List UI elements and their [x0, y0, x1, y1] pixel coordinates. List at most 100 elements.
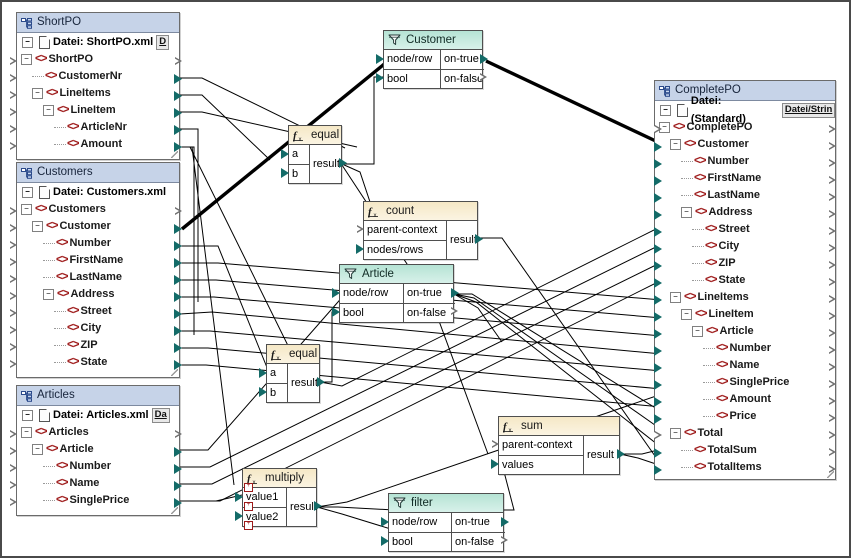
connector-point-empty[interactable] [829, 448, 836, 456]
connector-point[interactable] [174, 142, 182, 152]
connector-point[interactable] [654, 397, 662, 407]
function-output-on-true[interactable]: on-true [440, 50, 484, 69]
connector-point-empty[interactable] [10, 464, 17, 472]
expander-icon[interactable]: − [22, 410, 33, 421]
connector-point[interactable] [174, 481, 182, 491]
function-input-port-nodes/rows[interactable] [356, 244, 364, 254]
connector-point-empty[interactable] [10, 241, 17, 249]
connector-point-empty[interactable] [10, 343, 17, 351]
connector-point-empty[interactable] [10, 326, 17, 334]
expander-icon[interactable]: − [22, 187, 33, 198]
expander-icon[interactable]: − [670, 139, 681, 150]
tree-node-row[interactable]: <>ZIP [655, 255, 835, 272]
connector-point-empty[interactable] [829, 125, 836, 133]
tree-node-row[interactable]: <>TotalSum [655, 442, 835, 459]
tree-node-row[interactable]: −<>Article [17, 441, 179, 458]
file-row[interactable]: − Datei: Customers.xml [17, 183, 179, 201]
function-output-port-result[interactable] [317, 377, 325, 387]
function-output-port-result[interactable] [617, 449, 625, 459]
function-output-on-false[interactable]: on-false [451, 532, 505, 551]
connector-point-empty[interactable] [829, 159, 836, 167]
tree-node-row[interactable]: −<>Customers [17, 201, 179, 218]
component-title-bar[interactable]: ShortPO [17, 13, 179, 33]
connector-point-empty[interactable] [10, 91, 17, 99]
function-output-port-on-false[interactable] [451, 307, 458, 315]
expander-icon[interactable]: − [21, 204, 32, 215]
function-input-port-b[interactable] [281, 168, 289, 178]
connector-point-empty[interactable] [829, 261, 836, 269]
tree-node-row[interactable]: <>Street [655, 221, 835, 238]
tree-node-row[interactable]: <>Street [17, 303, 179, 320]
tree-node-row[interactable]: <>Number [17, 458, 179, 475]
tree-node-row[interactable]: <>Number [655, 340, 835, 357]
function-output-port-result[interactable] [475, 234, 483, 244]
function-header[interactable]: fxcount [364, 202, 477, 221]
connector-point[interactable] [654, 329, 662, 339]
function-input-port-bool[interactable] [332, 307, 340, 317]
component-shortpo[interactable]: ShortPO − Datei: ShortPO.xml D −<>ShortP… [16, 12, 180, 160]
connector-point[interactable] [174, 91, 182, 101]
function-input-port-bool[interactable] [376, 73, 384, 83]
connector-point-empty[interactable] [829, 176, 836, 184]
connector-point[interactable] [174, 74, 182, 84]
tree-node-row[interactable]: −<>ShortPO [17, 51, 179, 68]
function-output-port-on-false[interactable] [480, 73, 487, 81]
connector-point[interactable] [174, 343, 182, 353]
function-output-port-result[interactable] [339, 158, 347, 168]
connector-point[interactable] [174, 498, 182, 508]
connector-point[interactable] [654, 363, 662, 373]
expander-icon[interactable]: − [670, 292, 681, 303]
expander-icon[interactable]: − [43, 289, 54, 300]
file-row[interactable]: − Datei: ShortPO.xml D [17, 33, 179, 51]
file-row[interactable]: − Datei: Articles.xml Da [17, 406, 179, 424]
connector-point[interactable] [174, 360, 182, 370]
function-header[interactable]: fxsum [499, 417, 619, 436]
function-input-port-parent-context[interactable] [357, 225, 364, 233]
function-output-on-true[interactable]: on-true [403, 284, 455, 303]
function-header[interactable]: Article [340, 265, 453, 284]
connector-point[interactable] [654, 448, 662, 458]
tree-node-row[interactable]: <>State [17, 354, 179, 371]
tree-node-row[interactable]: <>City [655, 238, 835, 255]
tree-node-row[interactable]: <>SinglePrice [17, 492, 179, 509]
function-input-port-value1[interactable] [235, 492, 243, 502]
function-output-on-false[interactable]: on-false [440, 69, 484, 88]
tree-node-row[interactable]: <>Name [655, 357, 835, 374]
connector-point-empty[interactable] [829, 329, 836, 337]
expander-icon[interactable]: − [670, 428, 681, 439]
connector-point-empty[interactable] [829, 465, 836, 473]
component-completepo[interactable]: CompletePO − Datei: (Standard) Datei/Str… [654, 80, 836, 480]
function-box-count-1[interactable]: fxcountparent-contextnodes/rowsresult [363, 201, 478, 260]
connector-point[interactable] [654, 261, 662, 271]
connector-point-empty[interactable] [10, 224, 17, 232]
file-row[interactable]: − Datei: (Standard) Datei/Strin [655, 101, 835, 119]
connector-point-empty[interactable] [829, 295, 836, 303]
tree-node-row[interactable]: −<>Customer [17, 218, 179, 235]
function-header[interactable]: fxequal [289, 126, 341, 145]
function-output-result[interactable]: result [287, 364, 321, 402]
connector-point-empty[interactable] [10, 258, 17, 266]
connector-point-empty[interactable] [829, 227, 836, 235]
tree-node-row[interactable]: −<>Address [17, 286, 179, 303]
function-output-on-false[interactable]: on-false [403, 303, 455, 322]
connector-point-empty[interactable] [175, 207, 182, 215]
connector-point-empty[interactable] [10, 207, 17, 215]
tree-node-row[interactable]: −<>Total [655, 425, 835, 442]
function-output-on-true[interactable]: on-true [451, 513, 505, 532]
connector-point-empty[interactable] [10, 498, 17, 506]
component-title-bar[interactable]: Articles [17, 386, 179, 406]
function-box-filter-customer[interactable]: Customernode/rowboolon-trueon-false [383, 30, 483, 89]
tree-node-row[interactable]: −<>LineItems [655, 289, 835, 306]
tree-node-row[interactable]: <>FirstName [17, 252, 179, 269]
function-output-port-on-false[interactable] [501, 536, 508, 544]
resize-grip[interactable] [171, 507, 178, 514]
tree-node-row[interactable]: −<>Articles [17, 424, 179, 441]
function-output-port-result[interactable] [314, 501, 322, 511]
tree-node-row[interactable]: −<>LineItem [655, 306, 835, 323]
file-mode-button[interactable]: Da [152, 408, 170, 423]
function-input-port-a[interactable] [259, 368, 267, 378]
connector-point[interactable] [654, 380, 662, 390]
connector-point[interactable] [654, 159, 662, 169]
function-input-port-a[interactable] [281, 149, 289, 159]
function-output-port-on-true[interactable] [480, 54, 488, 64]
